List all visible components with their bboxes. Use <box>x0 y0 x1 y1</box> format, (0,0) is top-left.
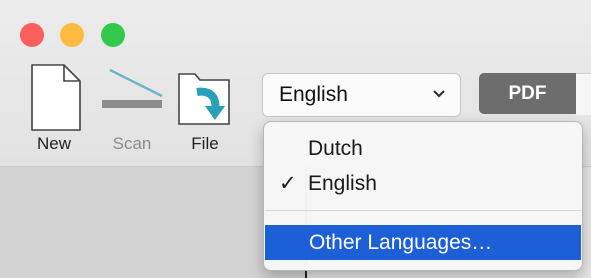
menu-separator <box>265 210 581 211</box>
chevron-down-icon <box>433 90 445 98</box>
language-menu: Dutch ✓ English Other Languages… <box>263 121 583 271</box>
new-button[interactable]: New <box>22 62 86 158</box>
scanner-icon <box>102 68 163 108</box>
checkmark-icon: ✓ <box>279 172 297 195</box>
folder-arrow-icon <box>178 73 230 125</box>
zoom-window-button[interactable] <box>101 23 125 47</box>
menu-item-other-languages[interactable]: Other Languages… <box>265 225 581 260</box>
menu-item-label: English <box>308 172 377 195</box>
menu-item-english[interactable]: ✓ English <box>264 166 582 202</box>
format-segment-next[interactable] <box>576 73 591 115</box>
file-button[interactable]: File <box>175 62 235 158</box>
menu-item-label: Other Languages… <box>309 231 493 254</box>
app-window: New Scan File English PDF Dutch ✓ Englis… <box>0 0 591 278</box>
close-window-button[interactable] <box>20 23 44 47</box>
minimize-window-button[interactable] <box>60 23 84 47</box>
language-select-value: English <box>279 83 348 106</box>
menu-item-label: Dutch <box>308 137 363 160</box>
document-icon <box>31 64 81 131</box>
new-button-label: New <box>36 134 71 153</box>
language-select[interactable]: English <box>262 73 461 117</box>
pdf-button[interactable]: PDF <box>479 73 576 114</box>
scan-button[interactable]: Scan <box>96 62 168 158</box>
scan-button-label: Scan <box>112 134 152 153</box>
file-button-label: File <box>191 134 219 153</box>
menu-item-dutch[interactable]: Dutch <box>264 131 582 167</box>
